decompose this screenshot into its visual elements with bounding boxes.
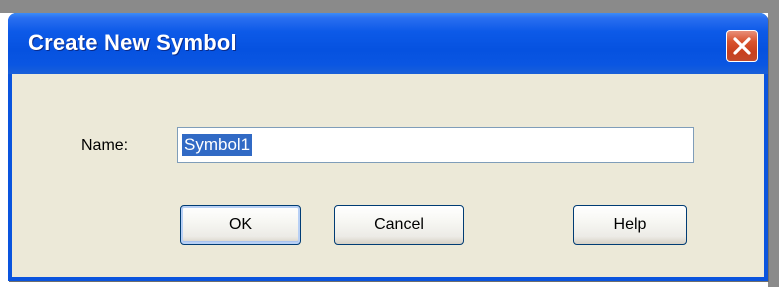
desktop-background-top xyxy=(0,0,779,13)
desktop-background-right xyxy=(768,0,779,287)
create-new-symbol-dialog: Create New Symbol Name: Symbol1 OK Cance… xyxy=(8,13,768,281)
cancel-button[interactable]: Cancel xyxy=(334,205,464,245)
name-input[interactable] xyxy=(177,127,694,163)
title-bar[interactable]: Create New Symbol xyxy=(8,13,768,74)
dialog-title: Create New Symbol xyxy=(28,30,237,55)
ok-button[interactable]: OK xyxy=(180,205,301,245)
close-button[interactable] xyxy=(726,30,758,62)
close-icon xyxy=(733,37,751,55)
desktop-background-left xyxy=(0,13,8,287)
dialog-body: Name: Symbol1 OK Cancel Help xyxy=(12,74,764,277)
name-label: Name: xyxy=(81,137,129,154)
help-button[interactable]: Help xyxy=(573,205,687,245)
